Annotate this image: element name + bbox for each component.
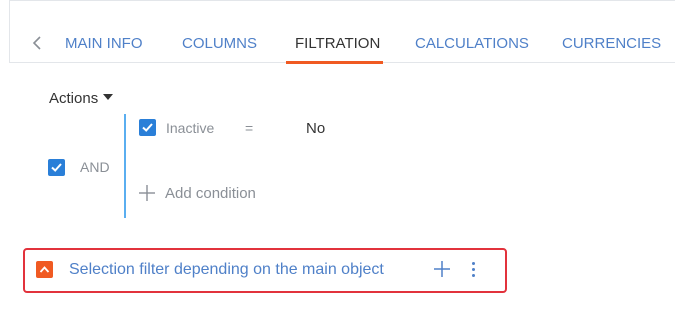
active-tab-indicator [286, 61, 383, 64]
chevron-up-icon [39, 266, 50, 273]
condition-field[interactable]: Inactive [166, 120, 214, 136]
plus-icon [139, 185, 155, 201]
condition-group-bracket [124, 114, 126, 218]
group-operator-label[interactable]: AND [80, 159, 110, 175]
add-condition-label: Add condition [165, 185, 256, 202]
tab-columns[interactable]: COLUMNS [182, 35, 257, 52]
condition-operator[interactable]: = [245, 120, 253, 136]
checkmark-icon [142, 123, 153, 132]
caret-down-icon [103, 94, 114, 100]
tab-filtration[interactable]: FILTRATION [295, 35, 380, 52]
chevron-left-icon[interactable] [32, 35, 42, 51]
tab-bar: MAIN INFO COLUMNS FILTRATION CALCULATION… [9, 0, 675, 63]
tab-main-info[interactable]: MAIN INFO [65, 35, 143, 52]
collapse-filter-button[interactable] [36, 261, 53, 278]
condition-checkbox[interactable] [139, 119, 156, 136]
actions-label: Actions [49, 90, 99, 107]
tab-currencies[interactable]: CURRENCIES [562, 35, 661, 52]
selection-filter-title[interactable]: Selection filter depending on the main o… [69, 261, 384, 279]
tab-calculations[interactable]: CALCULATIONS [415, 35, 529, 52]
more-vertical-icon[interactable] [470, 261, 478, 278]
group-checkbox[interactable] [48, 159, 65, 176]
actions-menu-button[interactable]: Actions [49, 90, 114, 107]
condition-value[interactable]: No [306, 120, 325, 137]
checkmark-icon [51, 163, 62, 172]
plus-icon[interactable] [433, 260, 451, 278]
